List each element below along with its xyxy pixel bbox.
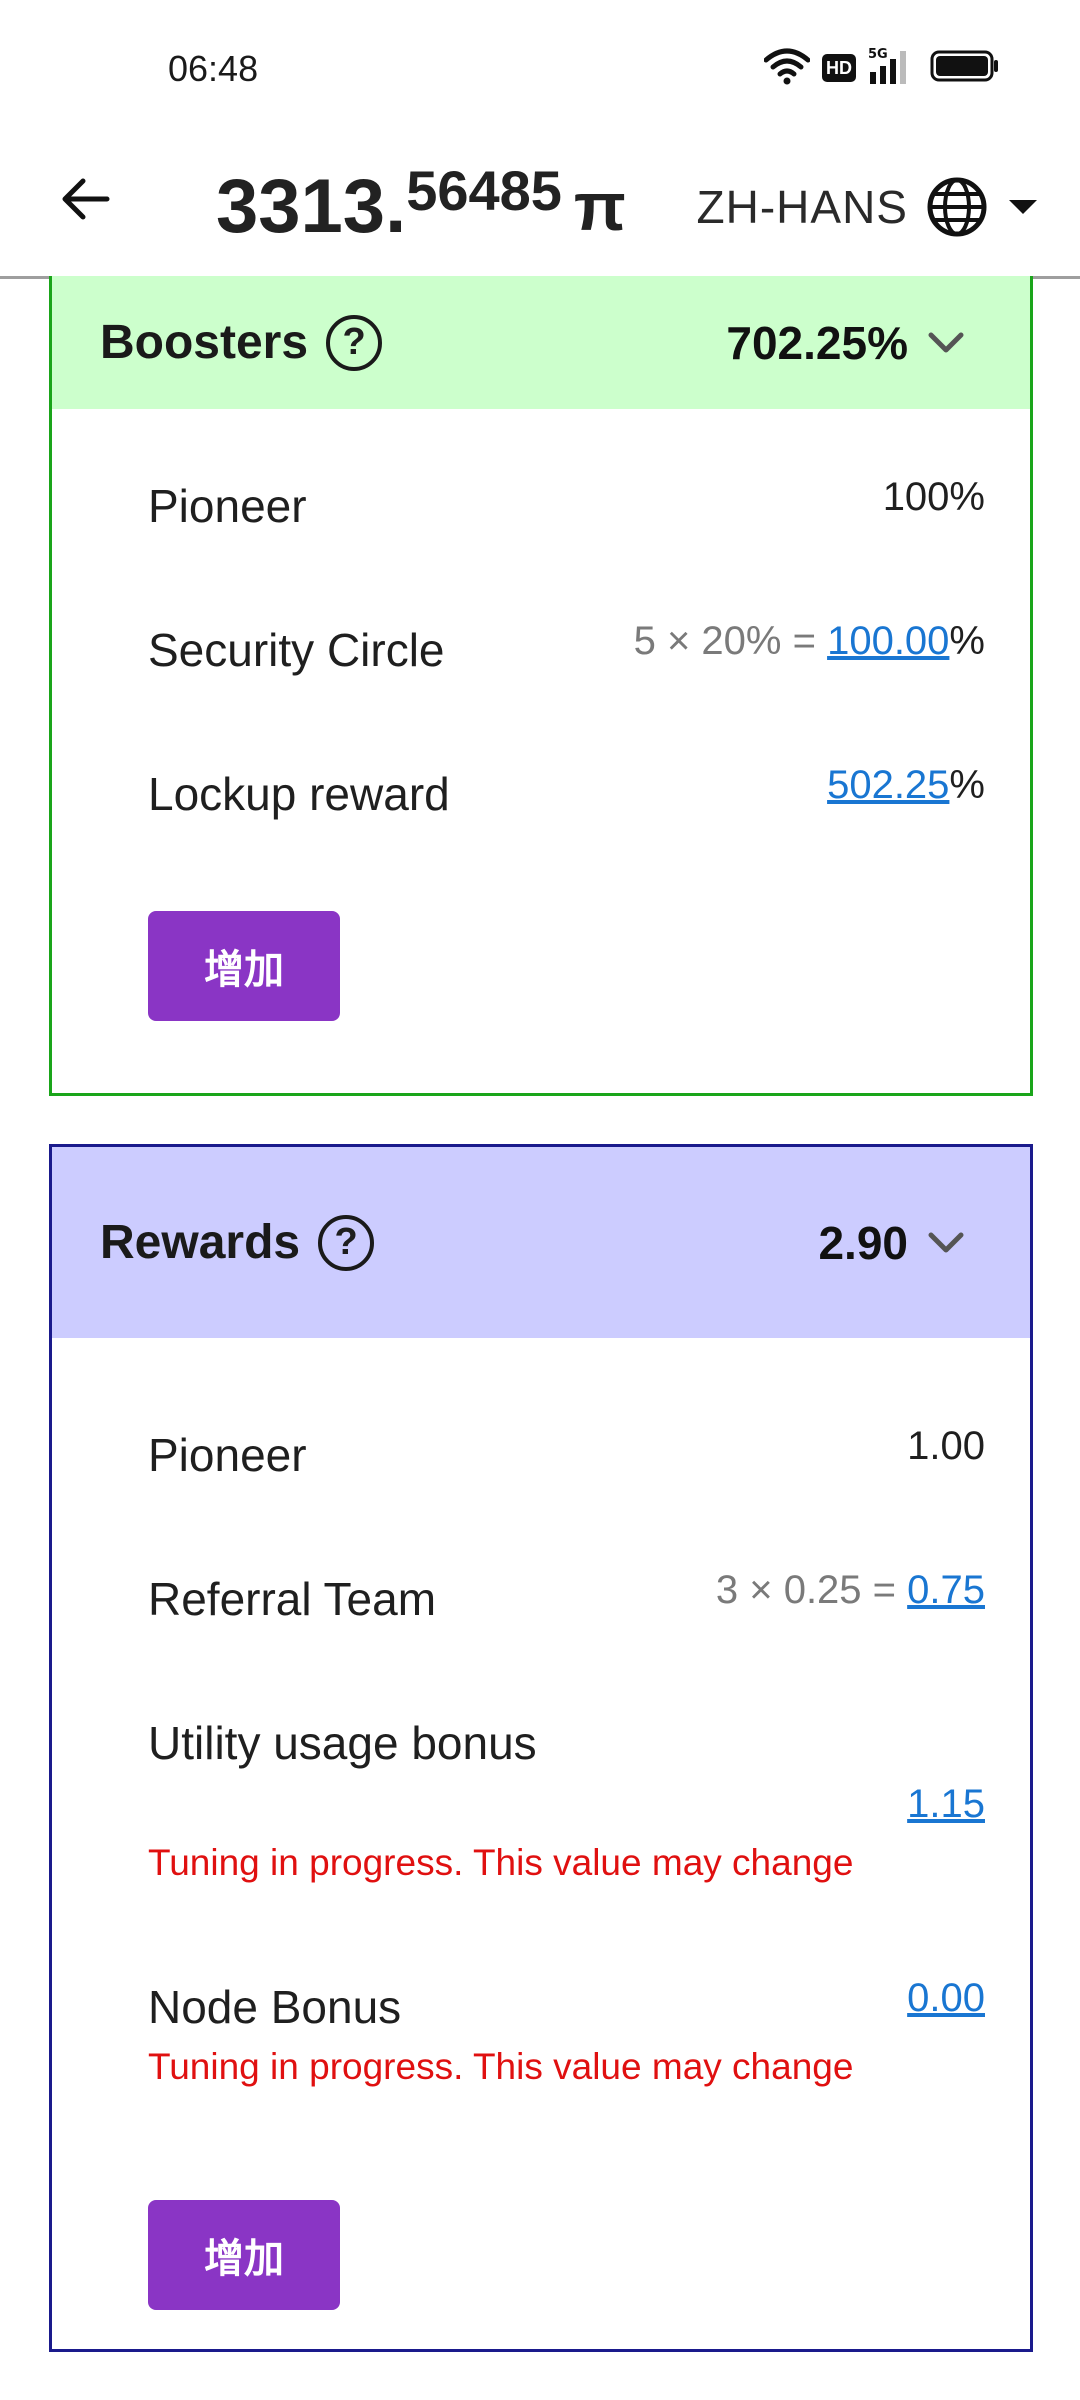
hd-icon: HD <box>822 54 856 82</box>
formula-text: 5 × 20% = <box>633 619 828 663</box>
row-value: 100% <box>882 475 985 519</box>
percent-suffix: % <box>949 619 985 663</box>
utility-usage-link[interactable]: 1.15 <box>907 1782 985 1826</box>
boosters-card: Boosters ? 702.25% Pioneer 100% Security… <box>49 276 1033 1096</box>
balance-integer: 3313. <box>216 164 407 249</box>
reward-row-referral-team: Referral Team 3 × 0.25 = 0.75 <box>148 1568 985 1626</box>
app-bar: 3313. 56485 π ZH-HANS <box>0 137 1080 279</box>
row-label: Security Circle <box>148 624 445 676</box>
help-icon[interactable]: ? <box>318 1214 375 1271</box>
row-value: 3 × 0.25 = 0.75 <box>716 1568 985 1613</box>
boosters-total: 702.25% <box>726 316 908 369</box>
reward-row-node-bonus: Node Bonus 0.00 Tuning in progress. This… <box>148 1976 985 2087</box>
tuning-warning: Tuning in progress. This value may chang… <box>148 2046 854 2087</box>
reward-row-pioneer: Pioneer 1.00 <box>148 1424 985 1482</box>
percent-suffix: % <box>949 763 985 807</box>
wifi-icon <box>763 46 811 91</box>
dropdown-caret-icon <box>1009 199 1037 214</box>
help-icon[interactable]: ? <box>326 314 383 371</box>
chevron-down-icon[interactable] <box>926 1223 966 1263</box>
back-button[interactable] <box>48 162 122 236</box>
language-label: ZH-HANS <box>696 180 908 233</box>
language-selector[interactable]: ZH-HANS <box>697 137 1040 276</box>
rewards-card: Rewards ? 2.90 Pioneer 1.00 Referral Tea… <box>49 1144 1033 2352</box>
battery-icon <box>930 48 1000 89</box>
row-value: 1.15 <box>907 1782 985 1827</box>
pi-symbol: π <box>573 168 626 245</box>
tuning-warning: Tuning in progress. This value may chang… <box>148 1842 854 1883</box>
rewards-title: Rewards <box>100 1216 301 1269</box>
status-time: 06:48 <box>168 48 259 89</box>
chevron-down-icon[interactable] <box>926 323 966 363</box>
row-value: 1.00 <box>907 1424 985 1468</box>
globe-icon <box>927 177 987 236</box>
arrow-left-icon <box>62 178 110 220</box>
row-value: 0.00 <box>907 1976 985 2021</box>
row-label: Pioneer <box>148 480 307 532</box>
row-value: 502.25% <box>827 763 985 808</box>
reward-row-utility-usage: Utility usage bonus 1.15 Tuning in progr… <box>148 1716 985 1883</box>
formula-text: 3 × 0.25 = <box>715 1568 908 1612</box>
rewards-header[interactable]: Rewards ? 2.90 <box>52 1147 1030 1338</box>
booster-row-pioneer: Pioneer 100% <box>148 475 985 533</box>
lockup-reward-link[interactable]: 502.25 <box>827 763 949 807</box>
row-value: 5 × 20% = 100.00% <box>634 619 985 664</box>
row-label: Node Bonus <box>148 1981 402 2033</box>
booster-row-lockup-reward: Lockup reward 502.25% <box>148 763 985 821</box>
balance: 3313. 56485 π <box>216 137 626 276</box>
security-circle-link[interactable]: 100.00 <box>827 619 949 663</box>
status-bar: 06:48 HD 5G <box>0 0 1080 137</box>
rewards-add-button[interactable]: 增加 <box>148 2200 340 2310</box>
booster-row-security-circle: Security Circle 5 × 20% = 100.00% <box>148 619 985 677</box>
referral-team-link[interactable]: 0.75 <box>907 1568 985 1612</box>
node-bonus-link[interactable]: 0.00 <box>907 1976 985 2020</box>
rewards-total: 2.90 <box>818 1216 908 1269</box>
status-icons: HD 5G <box>763 46 1000 91</box>
svg-text:5G: 5G <box>868 47 888 62</box>
row-label: Referral Team <box>148 1573 437 1625</box>
row-label: Utility usage bonus <box>148 1717 537 1769</box>
boosters-header[interactable]: Boosters ? 702.25% <box>52 276 1030 409</box>
5g-signal-icon: 5G <box>868 46 918 91</box>
row-label: Lockup reward <box>148 768 450 820</box>
boosters-add-button[interactable]: 增加 <box>148 911 340 1021</box>
boosters-title: Boosters <box>100 316 309 369</box>
row-label: Pioneer <box>148 1429 307 1481</box>
balance-fraction: 56485 <box>406 159 562 222</box>
